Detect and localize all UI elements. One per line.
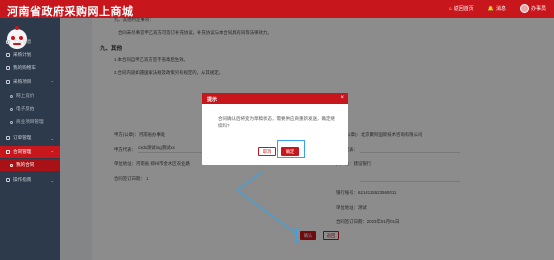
home-link[interactable]: ⌂ 返回首页	[448, 5, 474, 13]
sidebar-item-project[interactable]: 采购项目 ⌃	[0, 76, 60, 88]
sidebar-item-label: 个人信息	[13, 39, 32, 44]
confirm-dialog: 提示 × 合同确认后将变为草稿状态，需要供应商重新发送，确定继续吗? 取消 确定	[202, 93, 348, 165]
user-menu[interactable]: 办事员	[519, 4, 546, 13]
sidebar-item-label: 合同管理	[13, 149, 32, 154]
sidebar-item-cart[interactable]: 我的购物车	[0, 62, 60, 74]
sidebar-item-commercial[interactable]: 商业项目管理	[0, 116, 60, 128]
order-icon	[6, 136, 10, 140]
home-link-label: 返回首页	[453, 6, 474, 12]
sidebar-item-orders[interactable]: 订单管理 ⌄	[0, 132, 60, 144]
sidebar: 个人信息 采购计划 我的购物车 采购项目 ⌃ 网上竞价 电子反拍 商业项目管理 订…	[0, 18, 60, 260]
sidebar-item-label: 我的购物车	[13, 65, 36, 70]
sidebar-item-label: 电子反拍	[16, 106, 35, 111]
project-icon	[6, 80, 10, 84]
dialog-title: 提示	[202, 93, 348, 104]
sidebar-item-plan[interactable]: 采购计划	[0, 49, 60, 61]
cart-icon	[6, 66, 10, 70]
sidebar-item-contracts[interactable]: 合同管理 ⌃	[0, 146, 60, 158]
bullet-icon	[10, 163, 13, 167]
bullet-icon	[10, 107, 13, 111]
sidebar-item-label: 网上竞价	[16, 93, 35, 98]
top-bar: 河南省政府采购网上商城 ⌂ 返回首页 🔔 消息 办事员	[0, 0, 554, 18]
bell-icon: 🔔	[487, 5, 494, 12]
sidebar-item-label: 采购计划	[13, 52, 32, 57]
sidebar-item-profile[interactable]: 个人信息	[0, 36, 60, 48]
chevron-down-icon: ⌄	[50, 135, 54, 141]
chevron-down-icon: ⌄	[50, 177, 54, 183]
sidebar-item-bidding[interactable]: 网上竞价	[0, 90, 60, 102]
plan-icon	[6, 53, 10, 57]
header-actions: ⌂ 返回首页 🔔 消息 办事员	[449, 4, 546, 13]
home-icon: ⌂	[448, 5, 452, 12]
sidebar-item-guide[interactable]: 操作指南 ⌄	[0, 174, 60, 186]
sidebar-item-reverse-auction[interactable]: 电子反拍	[0, 103, 60, 115]
sidebar-item-label: 操作指南	[13, 177, 32, 182]
sidebar-item-my-contracts[interactable]: 我的合同	[0, 159, 60, 171]
notifications-link[interactable]: 🔔 消息	[487, 5, 506, 13]
notifications-label: 消息	[495, 6, 506, 12]
user-icon	[6, 40, 10, 44]
ok-highlight-box	[277, 140, 305, 158]
bullet-icon	[10, 94, 13, 98]
sidebar-item-label: 订单管理	[13, 135, 32, 140]
submit-highlight-box	[296, 227, 320, 244]
contract-icon	[6, 150, 10, 154]
sidebar-item-label: 我的合同	[16, 162, 35, 167]
sidebar-item-label: 采购项目	[13, 79, 32, 84]
dialog-cancel-button[interactable]: 取消	[258, 147, 276, 156]
username: 办事员	[530, 6, 546, 12]
close-icon[interactable]: ×	[340, 95, 344, 101]
sidebar-item-label: 商业项目管理	[16, 119, 44, 124]
bullet-icon	[10, 120, 13, 124]
avatar	[519, 4, 529, 13]
chevron-up-icon: ⌃	[50, 149, 54, 155]
dialog-message: 合同确认后将变为草稿状态，需要供应商重新发送，确定继续吗?	[218, 116, 335, 128]
chevron-up-icon: ⌃	[50, 79, 54, 85]
guide-icon	[6, 178, 10, 182]
